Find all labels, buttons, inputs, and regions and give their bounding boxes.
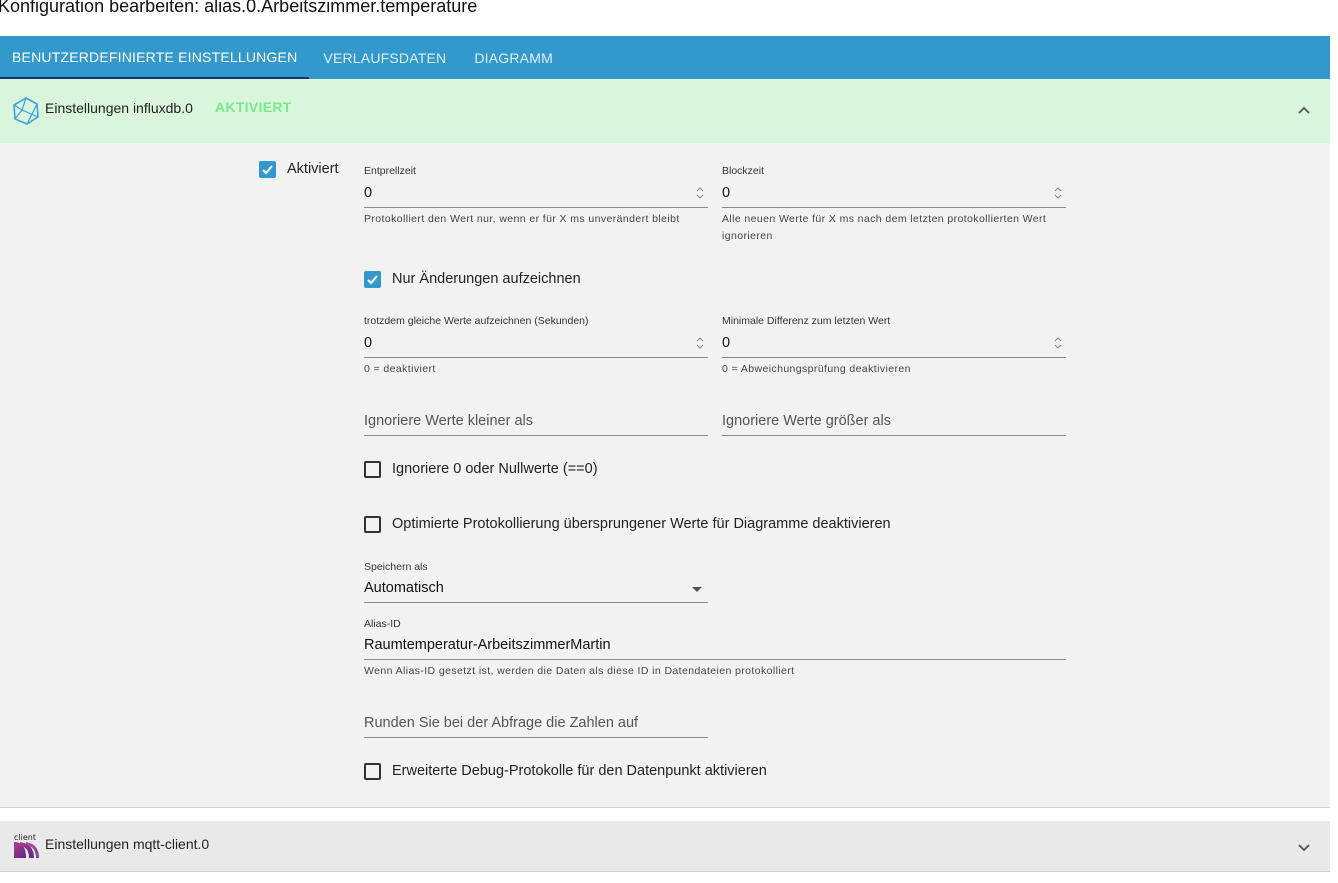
ignore-below-placeholder: Ignoriere Werte kleiner als <box>364 413 533 429</box>
panel-influxdb-header[interactable]: Einstellungen influxdb.0 AKTIVIERT <box>0 79 1330 143</box>
same-values-input[interactable]: 0 <box>364 335 372 351</box>
alias-id-input[interactable]: Raumtemperatur-ArbeitszimmerMartin <box>364 637 611 653</box>
spinner-icon[interactable] <box>694 184 706 202</box>
min-diff-label: Minimale Differenz zum letzten Wert <box>722 315 891 327</box>
store-as-label: Speichern als <box>364 561 428 573</box>
ignore-zero-checkbox[interactable] <box>364 461 381 478</box>
ignore-below-input[interactable]: Ignoriere Werte kleiner als <box>364 413 708 437</box>
spinner-icon[interactable] <box>694 334 706 352</box>
store-as-value: Automatisch <box>364 580 444 596</box>
tab-custom-settings[interactable]: BENUTZERDEFINIERTE EINSTELLUNGEN <box>0 36 310 79</box>
min-diff-input[interactable]: 0 <box>722 335 730 351</box>
disable-skipped-label: Optimierte Protokollierung übersprungene… <box>392 516 891 532</box>
check-icon <box>262 165 273 175</box>
store-as-select[interactable]: Speichern als Automatisch <box>364 561 708 603</box>
debounce-label: Entprellzeit <box>364 165 416 177</box>
changes-only-checkbox[interactable] <box>364 271 381 288</box>
chevron-down-icon[interactable] <box>1296 839 1312 855</box>
alias-id-label: Alias-ID <box>364 618 401 630</box>
same-values-help: 0 = deaktiviert <box>364 363 436 375</box>
spinner-icon[interactable] <box>1052 184 1064 202</box>
panel-mqtt-header[interactable]: client Einstellungen mqtt-client.0 <box>0 821 1330 872</box>
ignore-above-placeholder: Ignoriere Werte größer als <box>722 413 891 429</box>
debug-label: Erweiterte Debug-Protokolle für den Date… <box>392 763 767 779</box>
spinner-icon[interactable] <box>1052 334 1064 352</box>
blocktime-input[interactable]: 0 <box>722 185 730 201</box>
disable-skipped-checkbox[interactable] <box>364 516 381 533</box>
debounce-field[interactable]: Entprellzeit 0 Protokolliert den Wert nu… <box>364 165 708 245</box>
same-values-label: trotzdem gleiche Werte aufzeichnen (Seku… <box>364 315 589 327</box>
blocktime-label: Blockzeit <box>722 165 765 177</box>
enabled-checkbox[interactable] <box>259 161 276 178</box>
round-placeholder: Runden Sie bei der Abfrage die Zahlen au… <box>364 715 639 731</box>
min-diff-field[interactable]: Minimale Differenz zum letzten Wert 0 0 … <box>722 315 1066 379</box>
debounce-help: Protokolliert den Wert nur, wenn er für … <box>364 213 680 225</box>
debounce-input[interactable]: 0 <box>364 185 372 201</box>
same-values-field[interactable]: trotzdem gleiche Werte aufzeichnen (Seku… <box>364 315 708 379</box>
dropdown-arrow-icon[interactable] <box>692 587 702 592</box>
ignore-zero-label: Ignoriere 0 oder Nullwerte (==0) <box>392 461 598 477</box>
svg-text:client: client <box>14 833 36 842</box>
tab-history-data[interactable]: VERLAUFSDATEN <box>309 36 460 79</box>
status-badge: AKTIVIERT <box>215 99 292 115</box>
chevron-up-icon[interactable] <box>1296 102 1312 118</box>
check-icon <box>367 275 378 285</box>
tab-bar: BENUTZERDEFINIERTE EINSTELLUNGEN VERLAUF… <box>0 36 1330 79</box>
debug-checkbox[interactable] <box>364 763 381 780</box>
blocktime-field[interactable]: Blockzeit 0 Alle neuen Werte für X ms na… <box>722 165 1066 245</box>
blocktime-help: Alle neuen Werte für X ms nach dem letzt… <box>722 213 1047 242</box>
ignore-above-input[interactable]: Ignoriere Werte größer als <box>722 413 1066 437</box>
round-input[interactable]: Runden Sie bei der Abfrage die Zahlen au… <box>364 715 708 739</box>
min-diff-help: 0 = Abweichungsprüfung deaktivieren <box>722 363 911 375</box>
mqtt-client-icon: client <box>14 833 39 858</box>
alias-id-field[interactable]: Alias-ID Raumtemperatur-ArbeitszimmerMar… <box>364 618 1066 680</box>
panel-influxdb-title: Einstellungen influxdb.0 <box>45 100 193 116</box>
panel-influxdb-body: Aktiviert Entprellzeit 0 Protokolliert d… <box>0 143 1330 808</box>
panel-mqtt-title: Einstellungen mqtt-client.0 <box>45 836 210 852</box>
influxdb-icon <box>13 97 39 125</box>
tab-chart[interactable]: DIAGRAMM <box>460 36 567 79</box>
alias-id-help: Wenn Alias-ID gesetzt ist, werden die Da… <box>364 665 795 677</box>
changes-only-label: Nur Änderungen aufzeichnen <box>392 271 581 287</box>
enabled-label: Aktiviert <box>287 161 339 177</box>
page-title: Konfiguration bearbeiten: alias.0.Arbeit… <box>0 0 478 16</box>
